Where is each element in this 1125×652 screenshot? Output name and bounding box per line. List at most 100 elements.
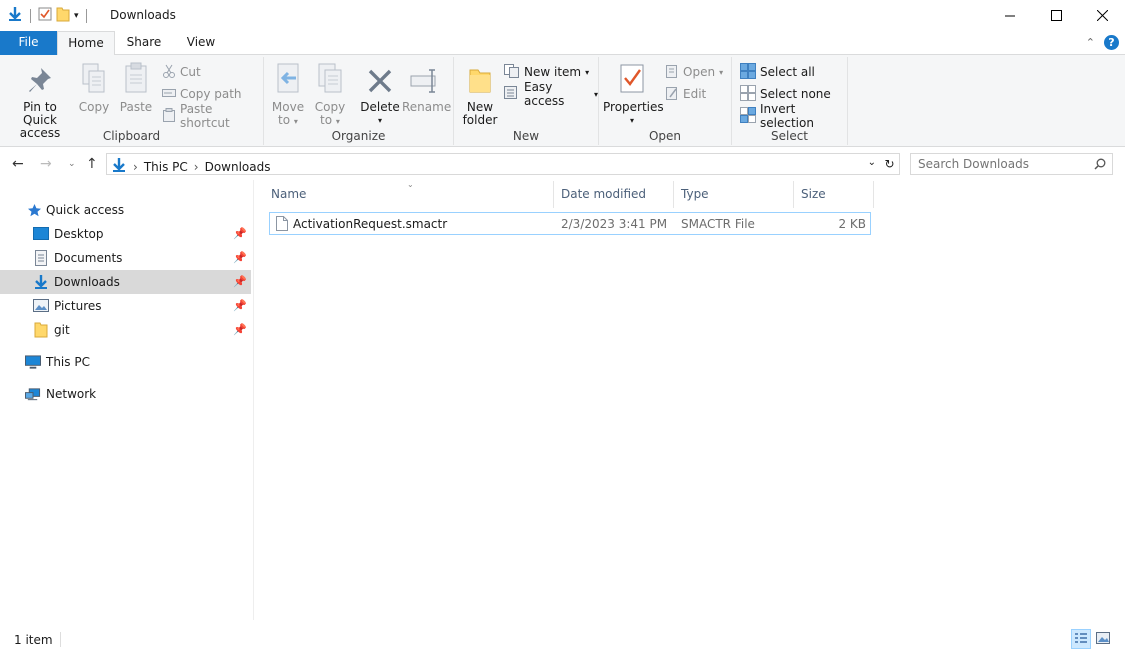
copy-icon [81,62,107,97]
open-button[interactable]: Open ▾ [665,63,723,81]
computer-icon [25,354,41,370]
nav-item-documents[interactable]: Documents 📌 [0,246,251,270]
organize-group: Move to ▾ Copy to ▾ Delete ▾ Rename Orga… [264,57,454,145]
nav-item-git[interactable]: git 📌 [0,318,251,342]
paste-shortcut-icon [162,107,176,125]
select-all-button[interactable]: Select all [740,62,815,82]
nav-item-desktop[interactable]: Desktop 📌 [0,222,251,246]
move-to-icon [274,62,302,97]
item-count: 1 item [14,633,53,647]
large-icons-view-button[interactable] [1093,629,1113,649]
breadcrumb-downloads[interactable]: Downloads [205,160,271,174]
refresh-button[interactable]: ↻ [880,153,900,175]
select-none-icon [740,84,756,104]
pinned-icon[interactable]: 📌 [233,251,247,264]
move-to-button[interactable]: Move to ▾ [270,63,306,128]
details-view-button[interactable] [1071,629,1091,649]
invert-selection-button[interactable]: Invert selection [740,102,847,130]
column-header-size[interactable]: Size [794,181,874,208]
file-date-modified: 2/3/2023 3:41 PM [561,217,668,231]
tab-view[interactable]: View [176,31,226,55]
scissors-icon [162,64,176,81]
address-dropdown-chevron-icon[interactable]: ⌄ [868,157,876,168]
clipboard-group-label: Clipboard [102,129,161,143]
paste-shortcut-button[interactable]: Paste shortcut [162,102,263,130]
file-name: ActivationRequest.smactr [293,217,448,231]
address-bar[interactable]: › This PC › Downloads ⌄ [106,153,881,175]
refresh-icon: ↻ [884,157,895,171]
copy-path-button[interactable]: Copy path [162,85,242,103]
star-icon [26,202,42,218]
column-header-name[interactable]: Name [264,181,554,208]
up-arrow-icon[interactable]: ↑ [86,156,98,172]
window-title: Downloads [110,8,176,22]
new-group: New folder New item ▾ Easy access ▾ New [454,57,599,145]
breadcrumb-this-pc[interactable]: This PC [144,160,188,174]
title-bar: ▾ Downloads [0,0,1125,31]
properties-checkmark-icon [619,62,645,97]
nav-quick-access[interactable]: Quick access [0,198,251,222]
navigation-bar: ← → ⌄ ↑ › This PC › Downloads ⌄ ↻ [0,150,1125,178]
delete-button[interactable]: Delete ▾ [360,63,400,127]
window-controls [987,0,1125,31]
minimize-ribbon-icon[interactable]: ⌃ [1086,36,1095,49]
customize-qat-icon[interactable]: ▾ [74,11,79,21]
downloads-app-icon [7,6,23,25]
table-row[interactable]: ActivationRequest.smactr 2/3/2023 3:41 P… [269,212,871,235]
delete-x-icon [367,68,393,97]
easy-access-button[interactable]: Easy access ▾ [504,80,598,108]
new-folder-button[interactable]: New folder [460,63,500,127]
nav-network[interactable]: Network [0,382,251,406]
ribbon: Pin to Quick access Copy Paste Cut Copy … [0,55,1125,147]
edit-icon [665,86,679,103]
details-view-icon [1074,632,1088,647]
minimize-button[interactable] [987,0,1033,31]
properties-qat-icon[interactable] [38,7,52,24]
nav-this-pc[interactable]: This PC [0,350,251,374]
cut-button[interactable]: Cut [162,63,201,81]
copy-button[interactable]: Copy [78,63,110,114]
pinned-icon[interactable]: 📌 [233,275,247,288]
open-icon [665,64,679,81]
search-icon [1094,158,1106,173]
clipboard-group: Pin to Quick access Copy Paste Cut Copy … [0,57,264,145]
copy-to-icon [316,62,344,97]
recent-locations-chevron-icon[interactable]: ⌄ [68,159,76,169]
breadcrumb-separator-icon: › [133,159,138,174]
column-headers: ⌄ Name Date modified Type Size [264,180,876,208]
search-input[interactable] [918,157,1088,171]
nav-item-downloads[interactable]: Downloads 📌 [0,270,251,294]
new-folder-icon [468,66,492,97]
select-all-icon [740,62,756,82]
open-group-label: Open [648,129,682,143]
pinned-icon[interactable]: 📌 [233,299,247,312]
search-box[interactable] [910,153,1113,175]
nav-item-pictures[interactable]: Pictures 📌 [0,294,251,318]
tab-file[interactable]: File [0,31,57,55]
pinned-icon[interactable]: 📌 [233,323,247,336]
open-group: Properties ▾ Open ▾ Edit Open [599,57,732,145]
forward-arrow-icon[interactable]: → [40,156,52,172]
rename-icon [410,68,440,97]
edit-button[interactable]: Edit [665,85,706,103]
close-button[interactable] [1079,0,1125,31]
tab-home[interactable]: Home [57,31,115,56]
maximize-button[interactable] [1033,0,1079,31]
paste-button[interactable]: Paste [118,62,154,114]
select-group: Select all Select none Invert selection … [732,57,848,145]
new-folder-qat-icon[interactable] [56,6,70,25]
column-header-date-modified[interactable]: Date modified [554,181,674,208]
copy-to-button[interactable]: Copy to ▾ [312,63,348,128]
select-none-button[interactable]: Select none [740,84,831,104]
new-item-button[interactable]: New item ▾ [504,63,589,81]
folder-icon [33,322,49,338]
column-header-type[interactable]: Type [674,181,794,208]
back-arrow-icon[interactable]: ← [12,156,24,172]
tab-share[interactable]: Share [118,31,170,55]
pinned-icon[interactable]: 📌 [233,227,247,240]
rename-button[interactable]: Rename [402,63,451,114]
properties-button[interactable]: Properties ▾ [603,62,664,127]
downloads-icon [33,274,49,290]
help-icon[interactable]: ? [1104,35,1119,50]
desktop-icon [33,226,49,242]
